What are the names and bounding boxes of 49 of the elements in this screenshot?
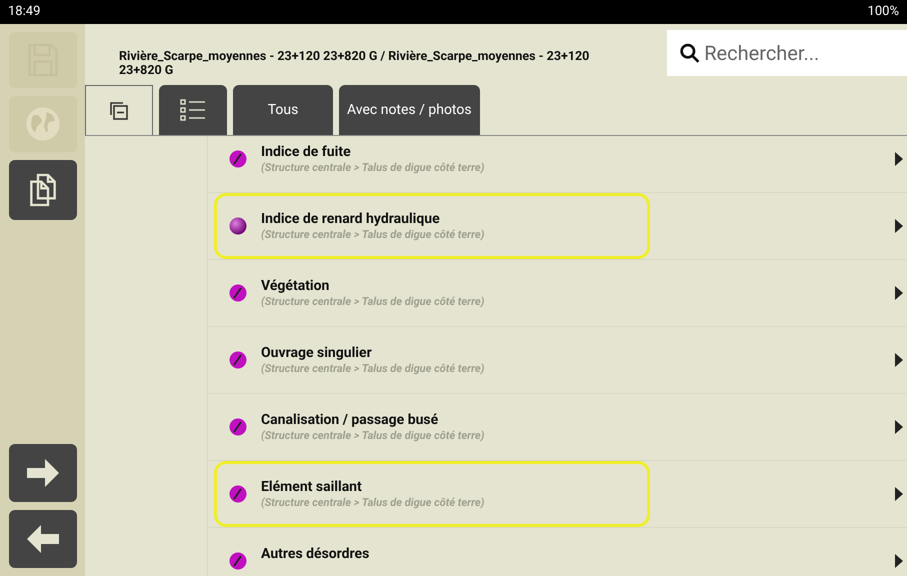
list-row[interactable]: Ouvrage singulier (Structure centrale > Talus de digue côté terre) (208, 327, 907, 394)
collapse-icon (109, 100, 129, 120)
item-path: (Structure centrale > Talus de digue côté terre) (261, 228, 484, 242)
toolbar-button[interactable] (85, 85, 153, 135)
filter-tab[interactable]: Tous (233, 85, 333, 135)
chevron-right-icon (895, 554, 903, 568)
filter-tab[interactable]: Avec notes / photos (339, 85, 480, 135)
list-row[interactable]: Canalisation / passage busé (Structure centrale > Talus de digue côté terre) (208, 394, 907, 461)
chevron-right-icon (895, 152, 903, 166)
nav-button[interactable] (8, 510, 76, 568)
pencil-sphere-icon (229, 351, 247, 369)
list-row[interactable]: Autres désordres (208, 528, 907, 576)
nav-button[interactable] (8, 444, 76, 502)
search-box[interactable]: Rechercher... (667, 30, 907, 76)
item-title: Indice de renard hydraulique (261, 210, 441, 228)
chevron-right-icon (895, 353, 903, 367)
chevron-right-icon (895, 286, 903, 300)
pencil-sphere-icon (229, 485, 247, 503)
item-path: (Structure centrale > Talus de digue côté terre) (261, 161, 484, 175)
search-field[interactable]: Rechercher... (704, 38, 895, 68)
item-title: Indice de fuite (261, 143, 352, 161)
item-title: Elément saillant (261, 478, 363, 496)
item-title: Ouvrage singulier (261, 344, 373, 362)
item-title: Canalisation / passage busé (261, 411, 440, 429)
list-row[interactable]: Elément saillant (Structure centrale > Talus de digue côté terre) (208, 461, 907, 528)
pencil-sphere-icon (229, 150, 247, 168)
pencil-sphere-icon (229, 418, 247, 436)
sphere-icon (229, 217, 247, 235)
item-path: (Structure centrale > Talus de digue côté terre) (261, 295, 484, 309)
list-row[interactable]: Indice de fuite (Structure centrale > Talus de digue côté terre) (208, 136, 907, 193)
page-title: Rivière_Scarpe_moyennes - 23+120 23+820 G / Rivière_Scarpe_moyennes - 23+120 23+820 G (119, 50, 590, 78)
chevron-right-icon (895, 219, 903, 233)
sidebar-button[interactable] (8, 160, 76, 220)
item-path: (Structure centrale > Talus de digue côté terre) (261, 362, 484, 376)
item-title: Végétation (261, 277, 330, 295)
list-row[interactable]: Végétation (Structure centrale > Talus de digue côté terre) (208, 260, 907, 327)
pencil-sphere-icon (229, 552, 247, 570)
search-icon (679, 41, 700, 65)
item-path: (Structure centrale > Talus de digue côté terre) (261, 429, 484, 443)
chevron-right-icon (895, 420, 903, 434)
chevron-right-icon (895, 487, 903, 501)
battery-level: 100% (868, 3, 899, 22)
list-icon (179, 98, 207, 122)
item-title: Autres désordres (261, 545, 370, 563)
toolbar-button[interactable] (159, 85, 227, 135)
item-path: (Structure centrale > Talus de digue côté terre) (261, 496, 484, 510)
list-row[interactable]: Indice de renard hydraulique (Structure centrale > Talus de digue côté terre) (208, 193, 907, 260)
pencil-sphere-icon (229, 284, 247, 302)
status-time: 18:49 (8, 3, 40, 22)
